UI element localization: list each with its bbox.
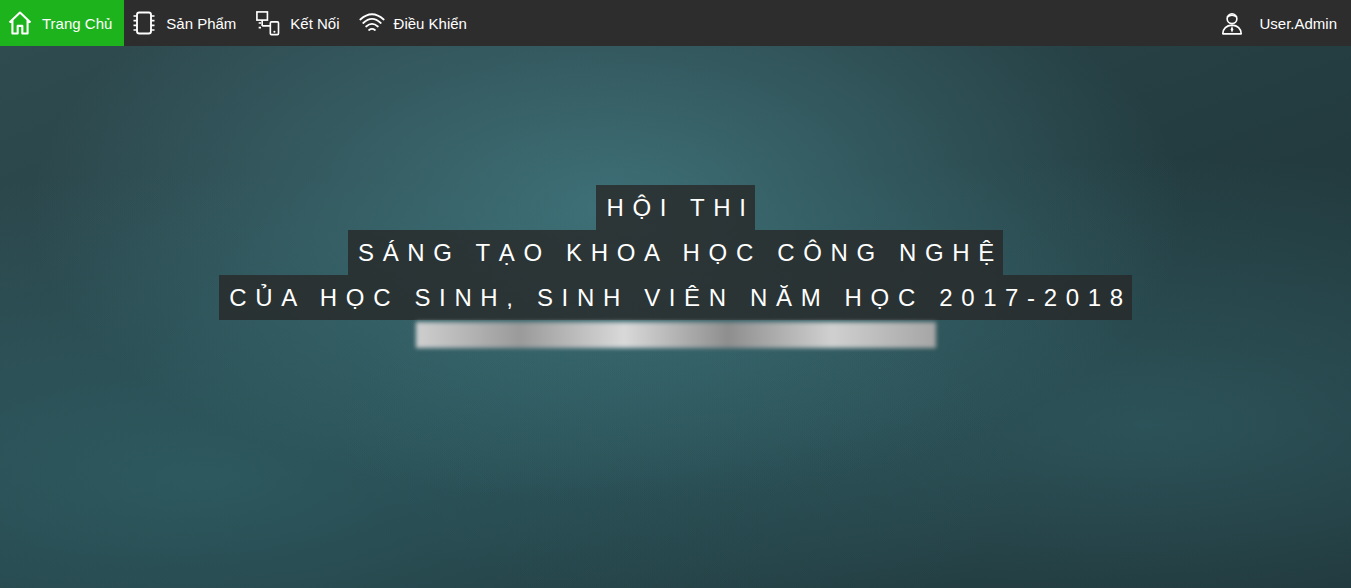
user-menu[interactable]: User.Admin [1209, 0, 1351, 46]
home-icon [6, 9, 34, 37]
nav-item-label: Điều Khiển [394, 15, 467, 32]
nav-menu: Trang Chủ Sản Phẩm Kết Nối Điều Khiển [0, 0, 479, 46]
user-label: User.Admin [1259, 15, 1337, 32]
nav-item[interactable]: Điều Khiển [352, 0, 479, 46]
page: Trang Chủ Sản Phẩm Kết Nối Điều Khiển User.A… [0, 0, 1351, 588]
nav-item[interactable]: Sản Phẩm [124, 0, 248, 46]
top-nav-bar: Trang Chủ Sản Phẩm Kết Nối Điều Khiển User.A… [0, 0, 1351, 46]
nav-item-label: Trang Chủ [42, 15, 112, 32]
title-line: CỦA HỌC SINH, SINH VIÊN NĂM HỌC 2017-201… [219, 275, 1131, 320]
nav-item[interactable]: Trang Chủ [0, 0, 124, 46]
nav-item-label: Kết Nối [290, 15, 339, 32]
network-icon [254, 9, 282, 37]
nav-item-label: Sản Phẩm [166, 15, 236, 32]
title-line: HỘI THI [596, 185, 754, 230]
redacted-line [416, 322, 936, 348]
wifi-icon [358, 9, 386, 37]
hero-title: HỘI THISÁNG TẠO KHOA HỌC CÔNG NGHỆCỦA HỌ… [219, 185, 1131, 588]
nav-item[interactable]: Kết Nối [248, 0, 351, 46]
title-line: SÁNG TẠO KHOA HỌC CÔNG NGHỆ [348, 230, 1003, 275]
user-icon [1219, 10, 1245, 36]
chip-icon [130, 9, 158, 37]
hero-banner: HỘI THISÁNG TẠO KHOA HỌC CÔNG NGHỆCỦA HỌ… [0, 46, 1351, 588]
